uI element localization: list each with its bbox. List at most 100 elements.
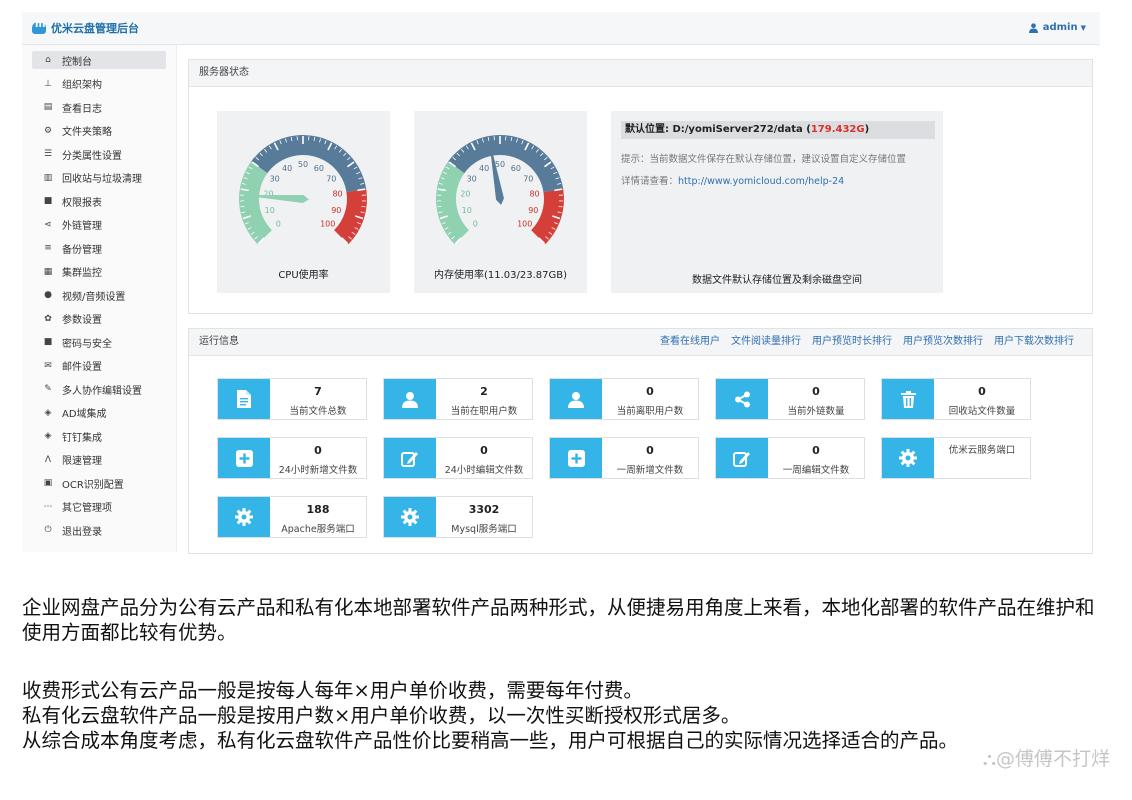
sidebar-item-1[interactable]: ⊥ 组织架构 (32, 75, 166, 93)
sidebar-item-2[interactable]: ▤ 查看日志 (32, 98, 166, 116)
trash-icon: ▥ (43, 172, 53, 183)
gauge-band-mid (251, 135, 367, 193)
stat-card-9[interactable]: 优米云服务端口 (881, 437, 1031, 479)
edit-icon (384, 438, 436, 478)
sidebar-item-label: 外链管理 (62, 221, 102, 232)
caret-down-icon: ▼ (1080, 23, 1086, 32)
stat-card-2[interactable]: 0 当前离职用户数 (549, 378, 699, 420)
stat-label: Apache服务端口 (281, 524, 355, 535)
storage-caption: 数据文件默认存储位置及剩余磁盘空间 (692, 275, 862, 286)
stat-card-1[interactable]: 2 当前在职用户数 (383, 378, 533, 420)
stat-value: 0 (646, 444, 654, 457)
ellipsis-icon: ⋯ (43, 501, 53, 512)
sidebar-item-5[interactable]: ▥ 回收站与垃圾清理 (32, 169, 166, 187)
sidebar-item-11[interactable]: ✿ 参数设置 (32, 310, 166, 328)
free-space-value: 179.432G (810, 124, 865, 135)
cpu-gauge-card: 0 10 20 30 40 50 60 70 80 90 100 CPU使用率 (217, 111, 390, 293)
sidebar-item-12[interactable]: ■ 密码与安全 (32, 333, 166, 351)
stat-label: 24小时新增文件数 (278, 465, 358, 476)
stat-label: 当前文件总数 (289, 406, 347, 417)
stat-card-8[interactable]: 0 一周编辑文件数 (715, 437, 865, 479)
stat-label: 一周新增文件数 (616, 465, 684, 476)
stat-value: 0 (646, 385, 654, 398)
stat-card-3[interactable]: 0 当前外链数量 (715, 378, 865, 420)
watermark: ⛬@傅傅不打烊 (982, 748, 1110, 770)
sidebar-item-18[interactable]: ▣ OCR识别配置 (32, 474, 166, 492)
gear-icon (218, 497, 270, 537)
stat-card-11[interactable]: 3302 Mysql服务端口 (383, 496, 533, 538)
stat-label: 当前外链数量 (787, 406, 845, 417)
help-link[interactable]: http://www.yomicloud.com/help-24 (678, 176, 844, 187)
sidebar-item-label: 其它管理项 (62, 503, 112, 514)
gauge-tick (240, 205, 245, 208)
sidebar: ⌂ 控制台 ⊥ 组织架构 ▤ 查看日志 ⚙ 文件夹策略 ☰ 分类属性设置 ▥ 回收站与垃圾清理 ■ 权限报… (22, 45, 177, 552)
ranking-link-3[interactable]: 用户预览次数排行 (903, 329, 983, 355)
stat-card-5[interactable]: 0 24小时新增文件数 (217, 437, 367, 479)
padlock-icon: ■ (43, 337, 53, 347)
stat-card-10[interactable]: 188 Apache服务端口 (217, 496, 367, 538)
stat-value: 0 (314, 444, 322, 457)
gauge-tick-label: 70 (523, 174, 533, 183)
sidebar-item-7[interactable]: ⋖ 外链管理 (32, 216, 166, 234)
database-icon: ≡ (44, 243, 52, 253)
ranking-link-4[interactable]: 用户下载次数排行 (994, 329, 1074, 355)
gauge-tick-label: 100 (320, 220, 335, 229)
sidebar-item-label: 钉钉集成 (62, 432, 102, 444)
gauge-tick-label: 80 (332, 190, 342, 199)
log-file-icon: ▤ (43, 102, 53, 112)
stat-card-4[interactable]: 0 回收站文件数量 (881, 378, 1031, 420)
sidebar-item-17[interactable]: Ʌ 限速管理 (32, 451, 166, 469)
sidebar-item-14[interactable]: ✎ 多人协作编辑设置 (32, 380, 166, 398)
user-menu[interactable]: admin ▼ (1028, 22, 1086, 33)
gear-icon: ✿ (44, 313, 52, 324)
envelope-icon: ✉ (44, 360, 52, 371)
gauge-tick-label: 30 (270, 174, 280, 183)
gauge-tick (558, 205, 563, 208)
storage-close-paren: ) (864, 124, 870, 135)
sidebar-item-6[interactable]: ■ 权限报表 (32, 192, 166, 210)
app-title: 优米云盘管理后台 (51, 22, 139, 35)
stat-card-6[interactable]: 0 24小时编辑文件数 (383, 437, 533, 479)
ranking-link-2[interactable]: 用户预览时长排行 (812, 329, 892, 355)
server-status-panel: 服务器状态 0 10 20 30 40 50 60 70 80 90 100 CPU使用率 0 10 2… (188, 59, 1093, 314)
sidebar-item-15[interactable]: ◈ AD域集成 (32, 404, 166, 422)
cube-icon: ◈ (44, 431, 52, 441)
sidebar-item-9[interactable]: ▦ 集群监控 (32, 263, 166, 281)
gauge-tick-label: 30 (467, 174, 477, 183)
sidebar-item-8[interactable]: ≡ 备份管理 (32, 239, 166, 257)
sidebar-item-3[interactable]: ⚙ 文件夹策略 (32, 122, 166, 140)
lock-icon: ■ (43, 196, 53, 206)
stat-value: 3302 (468, 503, 500, 516)
stat-card-7[interactable]: 0 一周新增文件数 (549, 437, 699, 479)
gauge-tick-label: 50 (298, 160, 308, 169)
edit-icon: ✎ (44, 384, 52, 394)
gauge-band-mid (448, 135, 564, 193)
org-chart-icon: ⊥ (44, 78, 52, 89)
road-icon: Ʌ (44, 454, 52, 465)
gauge-band-low (436, 161, 469, 245)
gauge-tick-label: 90 (331, 206, 341, 215)
sidebar-item-4[interactable]: ☰ 分类属性设置 (32, 145, 166, 163)
runtime-info-title: 运行信息 (199, 336, 239, 347)
stat-value: 7 (314, 385, 322, 398)
stat-label: Mysql服务端口 (451, 524, 517, 535)
sidebar-item-label: 多人协作编辑设置 (62, 385, 142, 397)
sidebar-item-label: 视频/音频设置 (62, 291, 126, 303)
app-logo[interactable]: 优米云盘管理后台 (32, 19, 139, 36)
share-icon: ⋖ (44, 219, 52, 230)
sidebar-item-10[interactable]: ● 视频/音频设置 (32, 286, 166, 304)
sidebar-item-13[interactable]: ✉ 邮件设置 (32, 357, 166, 375)
plus-square-icon (218, 438, 270, 478)
cogs-icon: ⚙ (43, 125, 53, 136)
sidebar-item-label: 集群监控 (62, 268, 102, 279)
sidebar-item-20[interactable]: ⏻ 退出登录 (32, 521, 166, 539)
trash-icon (882, 379, 934, 419)
ranking-link-1[interactable]: 文件阅读量排行 (731, 329, 801, 355)
sidebar-item-0[interactable]: ⌂ 控制台 (32, 51, 166, 69)
sidebar-item-16[interactable]: ◈ 钉钉集成 (32, 427, 166, 445)
gauge-tick-label: 70 (326, 174, 336, 183)
ranking-links: 查看在线用户 文件阅读量排行 用户预览时长排行 用户预览次数排行 用户下载次数排行 (649, 329, 1074, 355)
stat-card-0[interactable]: 7 当前文件总数 (217, 378, 367, 420)
ranking-link-0[interactable]: 查看在线用户 (660, 329, 720, 355)
sidebar-item-19[interactable]: ⋯ 其它管理项 (32, 498, 166, 516)
